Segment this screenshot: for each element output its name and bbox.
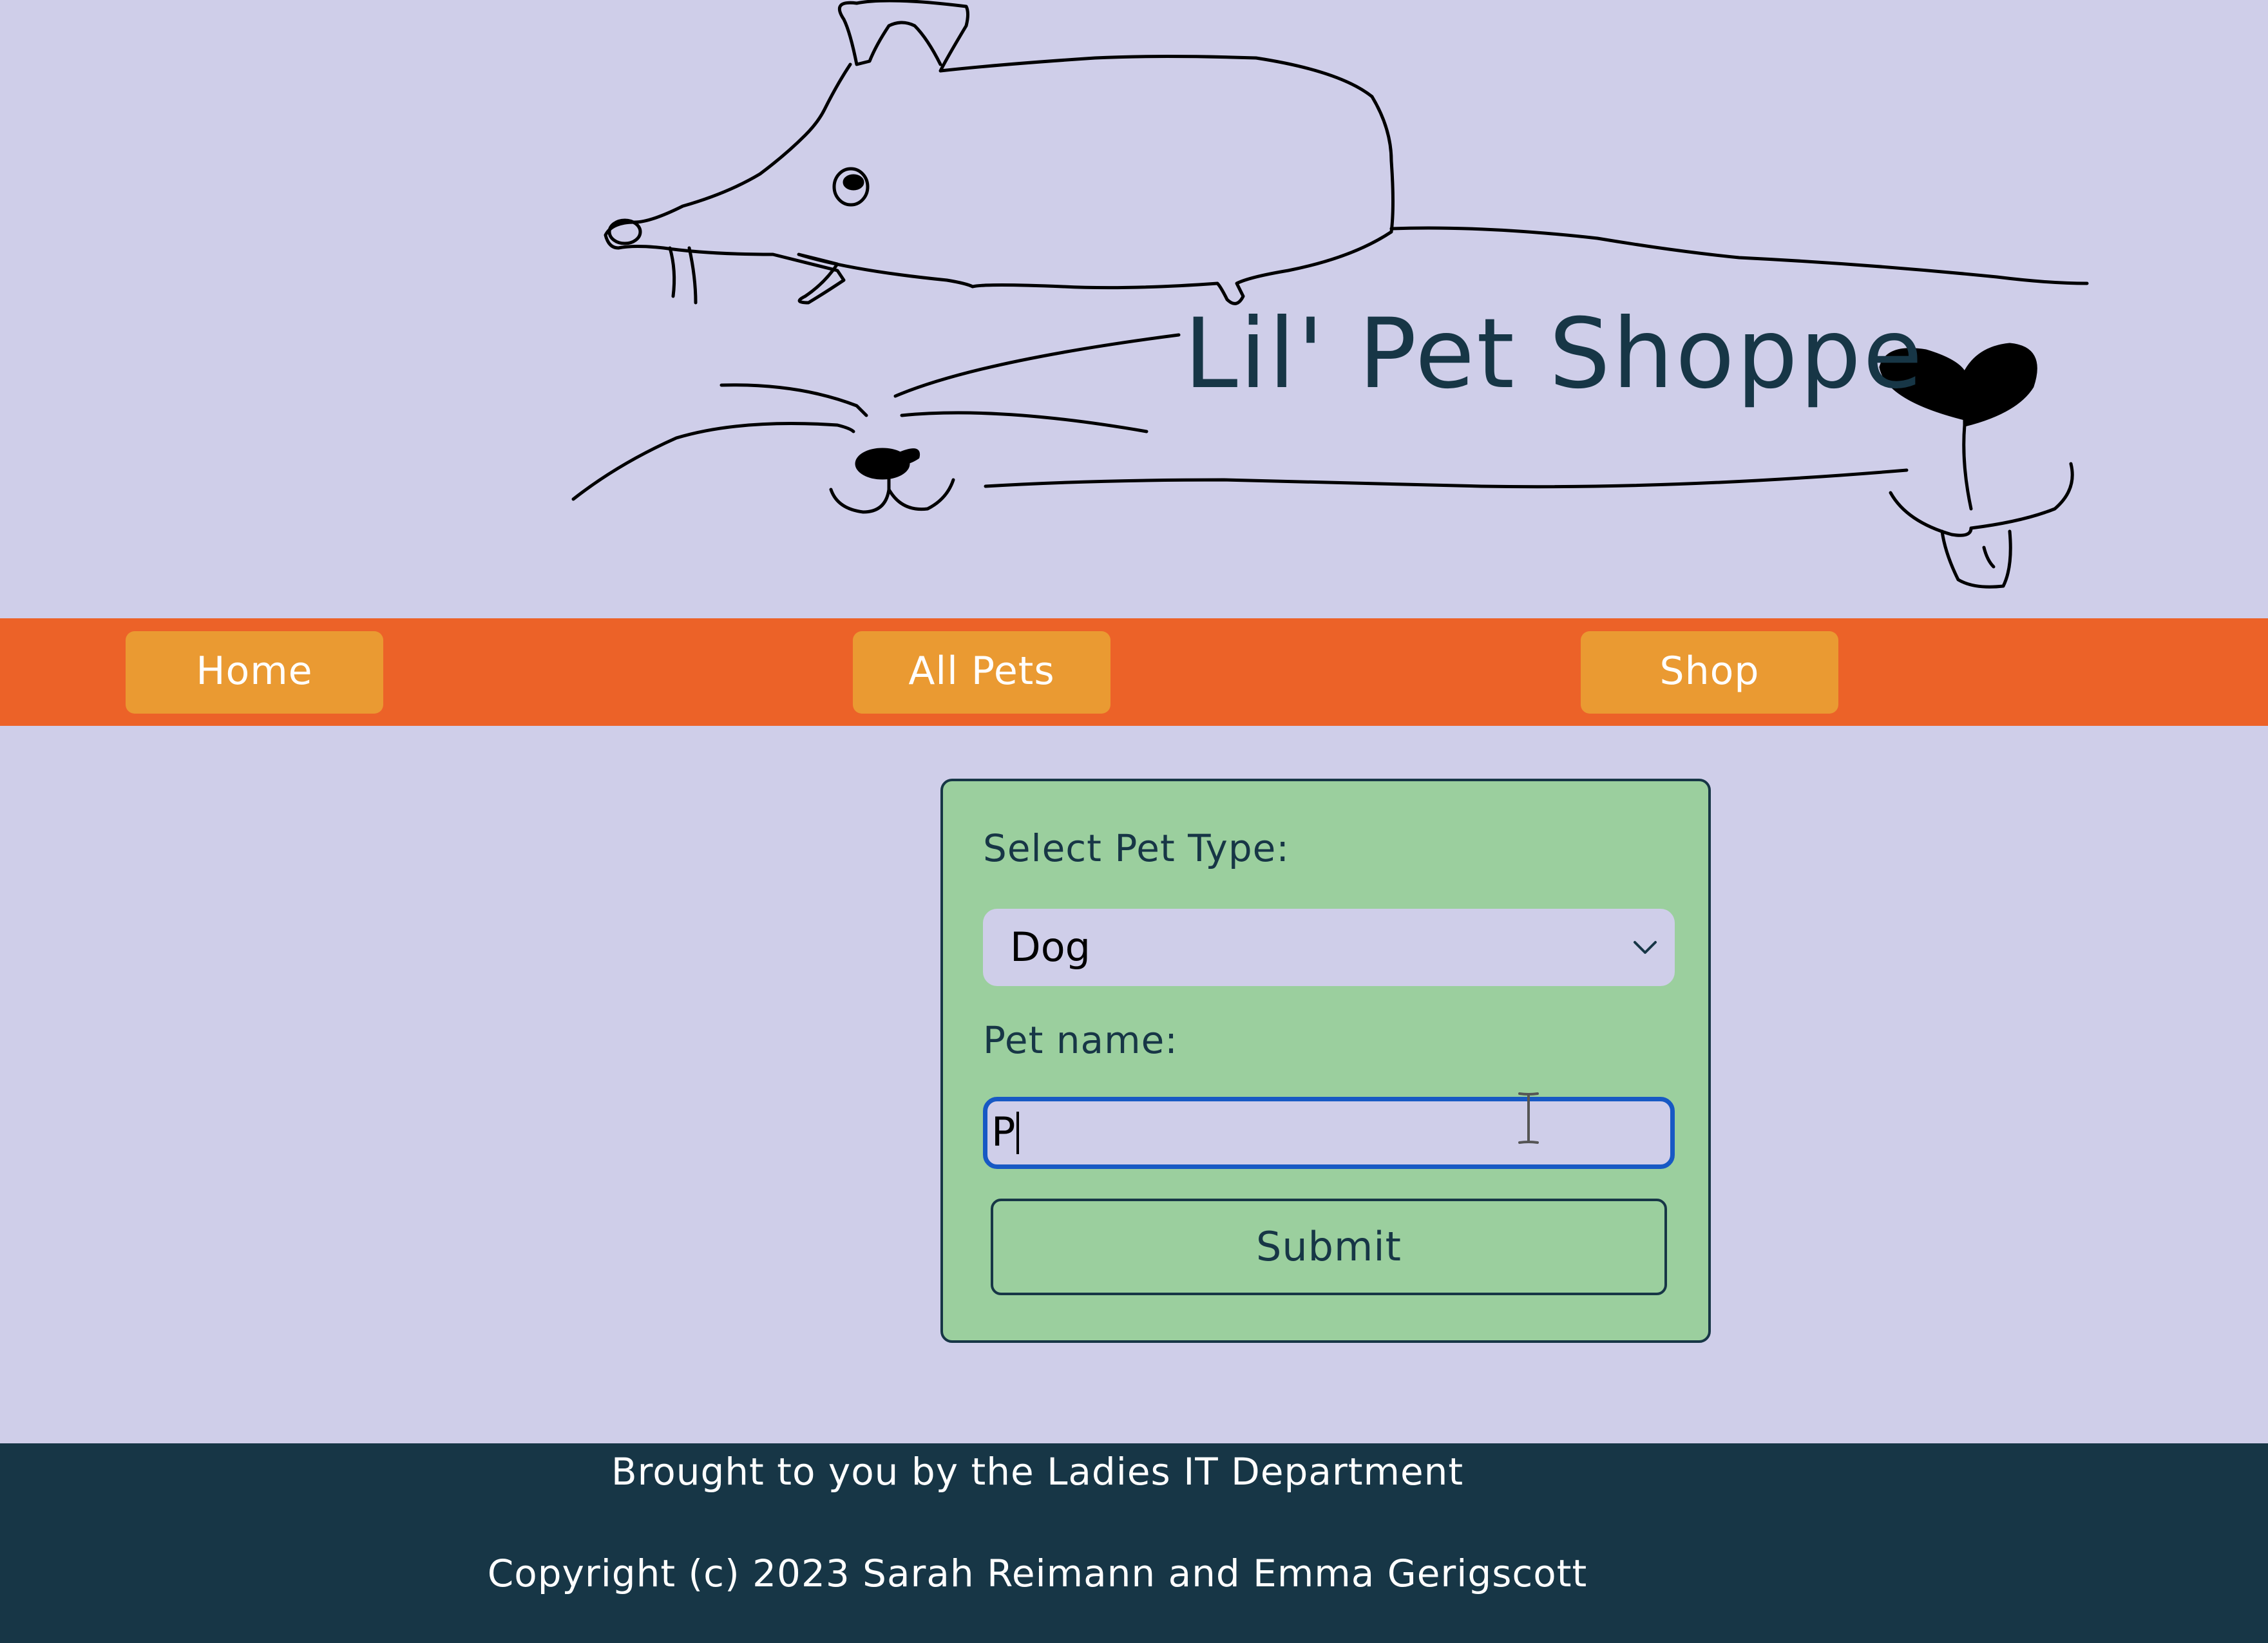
submit-button[interactable]: Submit (991, 1199, 1667, 1295)
pet-drawing-logo (571, 0, 2089, 589)
pet-name-label: Pet name: (983, 1018, 1178, 1062)
pet-type-select[interactable]: Dog (983, 909, 1675, 986)
site-footer: Brought to you by the Ladies IT Departme… (0, 1443, 2268, 1643)
mouse-outline (604, 0, 1395, 305)
site-header: Lil' Pet Shoppe (0, 0, 2268, 618)
pet-type-label: Select Pet Type: (983, 826, 1290, 870)
chevron-down-icon (1634, 941, 1657, 954)
page: Lil' Pet Shoppe Home All Pets Shop Selec… (0, 0, 2268, 1643)
nav-all-pets-button[interactable]: All Pets (853, 631, 1110, 714)
i-beam-cursor-icon (1518, 1092, 1539, 1144)
add-pet-form: Select Pet Type: Dog Pet name: P Submit (940, 779, 1711, 1343)
nav-bar: Home All Pets Shop (0, 618, 2268, 726)
text-caret (1016, 1112, 1019, 1154)
pet-name-value: P (991, 1108, 1016, 1155)
site-title: Lil' Pet Shoppe (1184, 298, 1925, 410)
nav-shop-button[interactable]: Shop (1581, 631, 1838, 714)
footer-credit: Brought to you by the Ladies IT Departme… (611, 1450, 1464, 1494)
pet-type-selected-value: Dog (1010, 924, 1091, 971)
nav-home-button[interactable]: Home (126, 631, 383, 714)
pet-name-input[interactable]: P (983, 1092, 1675, 1169)
footer-copyright: Copyright (c) 2023 Sarah Reimann and Emm… (487, 1552, 1588, 1595)
